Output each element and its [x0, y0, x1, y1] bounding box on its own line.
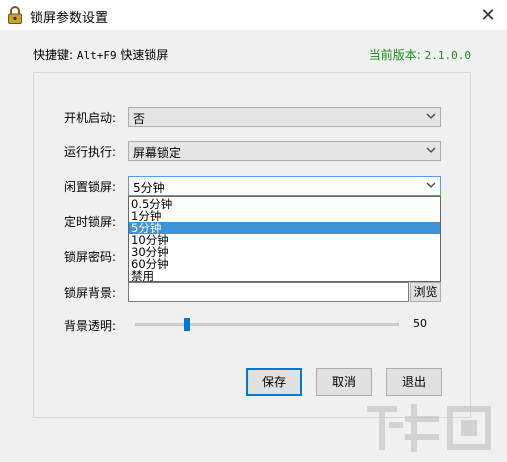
startup-label: 开机启动:: [64, 111, 117, 125]
idle-lock-select[interactable]: 5分钟: [128, 176, 441, 196]
idle-lock-value: 5分钟: [133, 181, 165, 195]
hotkey-info: 快捷键: Alt+F9 快速锁屏: [33, 46, 168, 63]
idle-lock-dropdown-list: 0.5分钟 1分钟 5分钟 10分钟 30分钟 60分钟 禁用: [128, 196, 441, 282]
dropdown-option[interactable]: 60分钟: [129, 258, 440, 270]
background-path-input[interactable]: [128, 282, 409, 302]
run-action-select[interactable]: 屏幕锁定: [128, 141, 441, 161]
version-label: 当前版本:: [368, 48, 425, 62]
dropdown-option[interactable]: 10分钟: [129, 234, 440, 246]
idle-lock-label: 闲置锁屏:: [64, 180, 117, 194]
lock-background-label: 锁屏背景:: [64, 286, 117, 300]
watermark-logo: [367, 404, 491, 452]
version-info: 当前版本: 2.1.0.0: [369, 46, 471, 63]
startup-value: 否: [133, 112, 146, 126]
transparency-slider-thumb[interactable]: [183, 318, 190, 331]
dropdown-option[interactable]: 30分钟: [129, 246, 440, 258]
cancel-button[interactable]: 取消: [316, 368, 372, 396]
hotkey-description: 快速锁屏: [116, 48, 169, 62]
run-action-label: 运行执行:: [64, 145, 117, 159]
dropdown-option[interactable]: 禁用: [129, 270, 440, 282]
transparency-value: 50: [413, 317, 427, 330]
title-bar: 锁屏参数设置 ✕: [0, 0, 507, 30]
transparency-slider-track[interactable]: [135, 323, 399, 326]
startup-select[interactable]: 否: [128, 107, 441, 127]
window-title: 锁屏参数设置: [30, 11, 109, 26]
close-icon: ✕: [480, 4, 496, 26]
chevron-down-icon: [426, 147, 436, 153]
lock-password-label: 锁屏密码:: [64, 250, 117, 264]
padlock-icon: [8, 6, 22, 24]
close-button[interactable]: ✕: [469, 0, 507, 30]
transparency-label: 背景透明:: [64, 319, 117, 333]
dropdown-option[interactable]: 0.5分钟: [129, 198, 440, 210]
dropdown-option[interactable]: 5分钟: [129, 222, 440, 234]
version-value: 2.1.0.0: [424, 49, 471, 62]
save-button[interactable]: 保存: [246, 368, 302, 396]
dropdown-option[interactable]: 1分钟: [129, 210, 440, 222]
timed-lock-label: 定时锁屏:: [64, 215, 117, 229]
chevron-down-icon: [426, 182, 436, 188]
chevron-down-icon: [426, 113, 436, 119]
browse-button[interactable]: 浏览: [410, 282, 441, 302]
run-action-value: 屏幕锁定: [133, 146, 182, 160]
hotkey-label: 快捷键:: [33, 48, 77, 62]
hotkey-value: Alt+F9: [76, 49, 117, 62]
exit-button[interactable]: 退出: [386, 368, 442, 396]
